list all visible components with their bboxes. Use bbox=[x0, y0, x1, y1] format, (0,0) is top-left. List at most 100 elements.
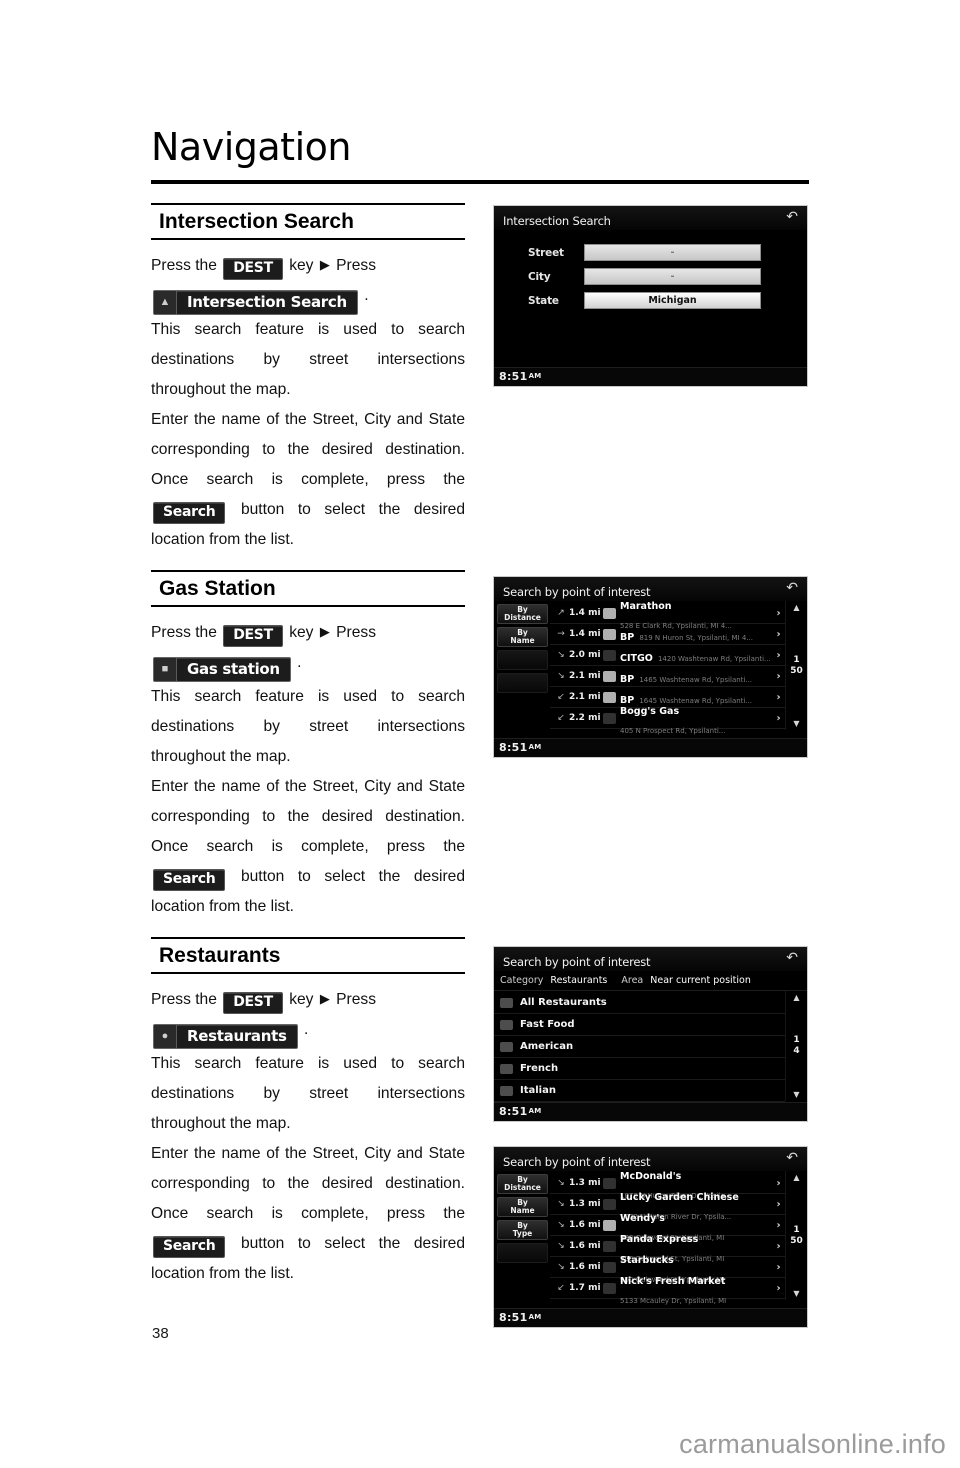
poi-body: By Distance By Name ↗ 1.4 mi Marathon 528 … bbox=[494, 601, 807, 735]
sort-button-label: By Type bbox=[512, 1221, 533, 1238]
category-key-label: Category bbox=[500, 975, 544, 986]
poi-body: By Distance By Name By Type ↘ 1.3 mi McDona… bbox=[494, 1171, 807, 1305]
area-value[interactable]: Near current position bbox=[650, 975, 751, 986]
section-restaurants: Restaurants Press the DEST key ▶ Press ●… bbox=[151, 937, 465, 1289]
sort-button-by-type[interactable]: By Type bbox=[497, 1220, 548, 1240]
category-list-item[interactable]: Italian bbox=[494, 1080, 785, 1102]
play-arrow-icon: ▶ bbox=[319, 624, 330, 640]
chevron-right-icon[interactable]: › bbox=[772, 1262, 785, 1273]
clock-time: 8:51 bbox=[499, 1311, 528, 1324]
poi-address: 1420 Washtenaw Rd, Ypsilanti... bbox=[657, 654, 771, 663]
direction-arrow-icon: ↗ bbox=[557, 608, 565, 618]
press-word: Press bbox=[336, 624, 377, 642]
poi-name: Lucky Garden Chinese bbox=[620, 1192, 739, 1203]
sort-button-label: By Distance bbox=[504, 605, 541, 622]
play-arrow-icon: ▶ bbox=[319, 991, 330, 1007]
press-instruction: Press the DEST key ▶ Press ■ Gas station… bbox=[151, 617, 465, 682]
field-input-city[interactable]: - bbox=[584, 268, 761, 285]
menu-chip-restaurants[interactable]: ● Restaurants bbox=[153, 1023, 298, 1049]
chevron-right-icon[interactable]: › bbox=[772, 1220, 785, 1231]
dest-key-chip[interactable]: DEST bbox=[223, 625, 283, 648]
back-arrow-icon[interactable]: ↶ bbox=[786, 1151, 798, 1165]
american-food-icon bbox=[500, 1041, 513, 1052]
chevron-right-icon[interactable]: › bbox=[772, 1241, 785, 1252]
sort-button-label: By Name bbox=[510, 628, 535, 645]
sort-button-by-name[interactable]: By Name bbox=[497, 627, 548, 647]
chevron-right-icon[interactable]: › bbox=[772, 1178, 785, 1189]
category-list-item[interactable]: French bbox=[494, 1058, 785, 1080]
site-watermark: carmanualsonline.info bbox=[679, 1429, 946, 1459]
category-list: All Restaurants Fast Food American Frenc… bbox=[494, 991, 785, 1102]
sort-button-label: By Name bbox=[510, 1198, 535, 1215]
chevron-right-icon[interactable]: › bbox=[772, 608, 785, 619]
category-list-item[interactable]: Fast Food bbox=[494, 1014, 785, 1036]
poi-list-item[interactable]: ↘ 2.0 mi CITGO 1420 Washtenaw Rd, Ypsila… bbox=[550, 645, 785, 666]
direction-arrow-icon: ↘ bbox=[557, 671, 565, 681]
triangle-up-icon[interactable]: ▲ bbox=[793, 603, 799, 612]
chevron-right-icon[interactable]: › bbox=[772, 713, 785, 724]
field-label-state: State bbox=[528, 294, 559, 307]
field-input-street[interactable]: - bbox=[584, 244, 761, 261]
poi-list-item[interactable]: ↗ 1.4 mi Marathon 528 E Clark Rd, Ypsila… bbox=[550, 602, 785, 630]
search-button-chip[interactable]: Search bbox=[153, 501, 226, 524]
screen-header: Search by point of interest ↶ bbox=[494, 577, 807, 601]
screenshot-gas-station-results: Search by point of interest ↶ By Distance… bbox=[493, 576, 808, 758]
category-list-item[interactable]: All Restaurants bbox=[494, 992, 785, 1014]
triangle-down-icon[interactable]: ▼ bbox=[793, 719, 799, 728]
field-label-street: Street bbox=[528, 246, 564, 259]
poi-list-item[interactable]: → 1.4 mi BP 819 N Huron St, Ypsilanti, M… bbox=[550, 624, 785, 645]
back-arrow-icon[interactable]: ↶ bbox=[786, 581, 798, 595]
section-heading-block: Gas Station bbox=[151, 570, 465, 608]
dest-key-chip[interactable]: DEST bbox=[223, 258, 283, 281]
category-value[interactable]: Restaurants bbox=[550, 975, 607, 986]
chevron-right-icon[interactable]: › bbox=[772, 692, 785, 703]
body-paragraph-2: Enter the name of the Street, City and S… bbox=[151, 1139, 465, 1289]
chevron-right-icon[interactable]: › bbox=[772, 1283, 785, 1294]
search-button-chip[interactable]: Search bbox=[153, 1235, 226, 1258]
poi-address: 405 N Prospect Rd, Ypsilanti... bbox=[620, 727, 726, 735]
poi-name: Starbucks bbox=[620, 1255, 674, 1266]
sort-button-disabled-1 bbox=[497, 650, 548, 670]
dest-key-chip[interactable]: DEST bbox=[223, 992, 283, 1015]
body-paragraph-2: Enter the name of the Street, City and S… bbox=[151, 772, 465, 922]
triangle-up-icon[interactable]: ▲ bbox=[793, 1173, 799, 1182]
menu-chip-gas-station[interactable]: ■ Gas station bbox=[153, 656, 291, 682]
triangle-up-icon[interactable]: ▲ bbox=[793, 993, 799, 1002]
heading-rule-bottom bbox=[151, 605, 465, 608]
page-current: 1 bbox=[793, 1224, 800, 1235]
chevron-right-icon[interactable]: › bbox=[772, 650, 785, 661]
poi-name: Panda Express bbox=[620, 1234, 699, 1245]
page-indicator: 1 4 bbox=[793, 1035, 799, 1057]
sort-button-by-distance[interactable]: By Distance bbox=[497, 604, 548, 624]
poi-distance: 1.3 mi bbox=[569, 1178, 601, 1188]
clock-time: 8:51 bbox=[499, 741, 528, 754]
category-filter-bar: Category Restaurants Area Near current p… bbox=[494, 971, 807, 991]
restaurant-icon bbox=[500, 997, 513, 1008]
sort-button-group: By Distance By Name bbox=[494, 601, 550, 730]
chevron-right-icon[interactable]: › bbox=[772, 629, 785, 640]
triangle-down-icon[interactable]: ▼ bbox=[793, 1289, 799, 1298]
back-arrow-icon[interactable]: ↶ bbox=[786, 951, 798, 965]
category-list-item[interactable]: American bbox=[494, 1036, 785, 1058]
search-button-chip[interactable]: Search bbox=[153, 868, 226, 891]
chevron-right-icon[interactable]: › bbox=[772, 671, 785, 682]
poi-distance: 1.3 mi bbox=[569, 1199, 601, 1209]
chevron-right-icon[interactable]: › bbox=[772, 1199, 785, 1210]
poi-list-item[interactable]: ↙ 2.2 mi Bogg's Gas 405 N Prospect Rd, Y… bbox=[550, 707, 785, 735]
clock-time: 8:51 bbox=[499, 370, 528, 383]
screen-title: Search by point of interest bbox=[503, 585, 651, 599]
sort-button-by-name[interactable]: By Name bbox=[497, 1197, 548, 1217]
screen-title: Intersection Search bbox=[503, 214, 611, 228]
menu-chip-intersection-search[interactable]: ▲ Intersection Search bbox=[153, 289, 358, 315]
direction-arrow-icon: → bbox=[557, 629, 565, 639]
sort-button-by-distance[interactable]: By Distance bbox=[497, 1174, 548, 1194]
field-input-state[interactable]: Michigan bbox=[584, 292, 761, 309]
field-row-street: Street - bbox=[528, 244, 807, 261]
back-arrow-icon[interactable]: ↶ bbox=[786, 210, 798, 224]
clock-time: 8:51 bbox=[499, 1105, 528, 1118]
fast-food-icon bbox=[500, 1019, 513, 1030]
status-clock: 8:51AM bbox=[499, 1105, 542, 1118]
triangle-down-icon[interactable]: ▼ bbox=[793, 1090, 799, 1099]
poi-list-item[interactable]: ↙ 1.7 mi Nick's Fresh Market 5133 Mcaule… bbox=[550, 1277, 785, 1305]
poi-list-item[interactable]: ↘ 2.1 mi BP 1465 Washtenaw Rd, Ypsilanti… bbox=[550, 666, 785, 687]
